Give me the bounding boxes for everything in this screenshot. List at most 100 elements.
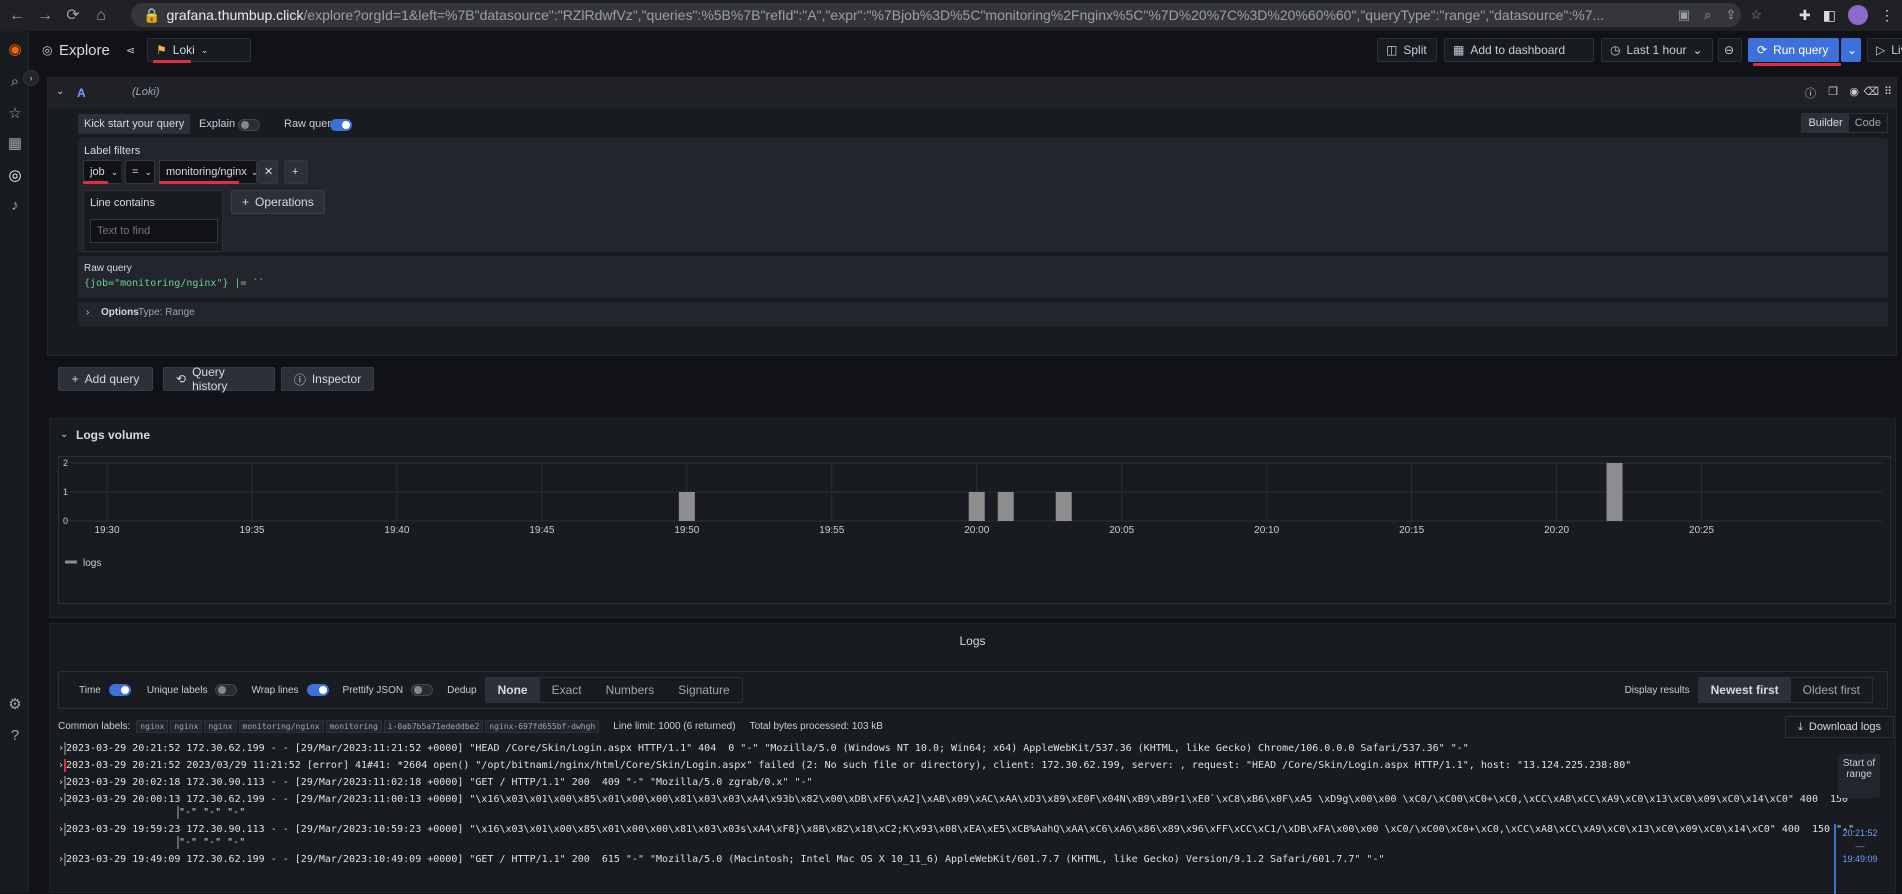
reload-icon[interactable]: ⟳ bbox=[62, 5, 84, 27]
expand-row-chevron-icon[interactable]: › bbox=[58, 759, 64, 772]
explain-toggle[interactable] bbox=[238, 119, 260, 131]
y-tick-label: 2 bbox=[63, 458, 68, 468]
dedup-numbers[interactable]: Numbers bbox=[594, 678, 667, 702]
back-icon[interactable]: ← bbox=[6, 5, 28, 27]
play-icon: ▷ bbox=[1876, 43, 1886, 57]
display-results-label: Display results bbox=[1624, 684, 1690, 696]
expand-menu-icon[interactable]: › bbox=[23, 70, 39, 86]
add-to-dashboard-button[interactable]: ▦ Add to dashboard bbox=[1444, 38, 1594, 62]
address-bar[interactable]: 🔒 grafana.thumbup.click/explore?orgId=1&… bbox=[131, 3, 1741, 27]
code-mode-button[interactable]: Code bbox=[1849, 114, 1887, 132]
download-icon: ⤓ bbox=[1798, 720, 1803, 733]
annotation-underline bbox=[159, 181, 239, 184]
query-builder: Label filters job ⌄ = ⌄ monitoring/nginx ⌄ … bbox=[78, 138, 1888, 252]
datasource-picker[interactable]: ⚑ Loki ⌄ bbox=[147, 38, 251, 62]
query-ref-id[interactable]: A bbox=[77, 86, 86, 100]
sidebar-panel-icon[interactable]: ◧ bbox=[1823, 7, 1836, 24]
home-icon[interactable]: ⌂ bbox=[90, 5, 112, 27]
time-toggle[interactable] bbox=[108, 684, 131, 696]
volume-bar bbox=[968, 492, 985, 521]
hide-query-eye-icon[interactable]: ◉ bbox=[1849, 85, 1859, 98]
operator-select-value: = bbox=[132, 166, 139, 178]
collapse-chevron-icon[interactable]: ⌄ bbox=[56, 86, 64, 97]
expand-row-chevron-icon[interactable]: › bbox=[58, 793, 64, 806]
drag-handle-icon[interactable]: ⠿ bbox=[1884, 85, 1892, 98]
grafana-logo-icon[interactable]: ◉ bbox=[6, 41, 24, 59]
start-of-range-button[interactable]: Start of range bbox=[1838, 754, 1880, 798]
options-row[interactable]: › Options Type: Range bbox=[78, 302, 1888, 326]
chevron-down-icon: ⌄ bbox=[110, 167, 119, 177]
log-row[interactable]: 2023-03-29 20:21:52 172.30.62.199 - - [2… bbox=[58, 742, 1469, 755]
dedup-signature[interactable]: Signature bbox=[666, 678, 741, 702]
operations-button[interactable]: + Operations bbox=[231, 190, 325, 214]
chevron-down-icon: ⌄ bbox=[144, 167, 152, 177]
prettify-json-toggle[interactable] bbox=[411, 684, 434, 696]
x-tick-label: 19:35 bbox=[239, 525, 264, 536]
expand-row-chevron-icon[interactable]: › bbox=[58, 853, 64, 866]
zoom-out-button[interactable]: ⊖ bbox=[1718, 38, 1742, 62]
raw-query-toggle[interactable] bbox=[330, 119, 352, 131]
dashboards-icon[interactable]: ▦ bbox=[6, 135, 24, 153]
range-navigator[interactable]: 20:21:52 — 19:49:09 bbox=[1834, 824, 1884, 894]
annotation-underline bbox=[153, 60, 191, 63]
explore-icon[interactable]: ◎ bbox=[6, 167, 24, 185]
add-filter-button[interactable]: + bbox=[284, 160, 308, 184]
duplicate-query-icon[interactable]: ❐ bbox=[1828, 85, 1838, 98]
browser-menu-icon[interactable]: ⋮ bbox=[1880, 7, 1894, 24]
starred-icon[interactable]: ☆ bbox=[6, 105, 24, 123]
expand-row-chevron-icon[interactable]: › bbox=[58, 776, 64, 789]
bookmark-star-icon[interactable]: ☆ bbox=[1750, 7, 1762, 23]
avatar[interactable] bbox=[1848, 5, 1868, 25]
run-query-button[interactable]: ⟳ Run query bbox=[1748, 38, 1839, 62]
kick-start-button[interactable]: Kick start your query bbox=[78, 114, 191, 134]
extensions-icon[interactable]: ✚ bbox=[1799, 7, 1811, 24]
live-label: Live bbox=[1891, 43, 1902, 57]
wrap-lines-toggle[interactable] bbox=[306, 684, 329, 696]
share-icon[interactable]: ⇪ bbox=[1725, 7, 1736, 23]
add-query-button[interactable]: + Add query bbox=[58, 367, 153, 391]
query-history-button[interactable]: ⟲ Query history bbox=[163, 365, 275, 393]
log-row[interactable]: 2023-03-29 19:59:23 172.30.90.113 - - [2… bbox=[58, 823, 1854, 836]
log-row[interactable]: 2023-03-29 20:21:52 2023/03/29 11:21:52 … bbox=[58, 759, 1631, 772]
share-link-icon[interactable]: ⋖ bbox=[126, 44, 135, 57]
loki-icon: ⚑ bbox=[156, 43, 167, 57]
inspector-button[interactable]: ⓘ Inspector bbox=[281, 367, 374, 391]
operator-select[interactable]: = ⌄ bbox=[125, 160, 155, 184]
time-range-picker[interactable]: ◷ Last 1 hour ⌄ bbox=[1601, 38, 1713, 62]
log-row[interactable]: 2023-03-29 19:49:09 172.30.62.199 - - [2… bbox=[58, 853, 1385, 866]
log-row[interactable]: 2023-03-29 20:02:18 172.30.90.113 - - [2… bbox=[58, 776, 813, 789]
search-icon[interactable]: ⌕ bbox=[6, 73, 24, 91]
expand-row-chevron-icon[interactable]: › bbox=[58, 742, 64, 755]
log-lines: 2023-03-29 20:21:52 172.30.62.199 - - [2… bbox=[54, 742, 1854, 892]
live-button[interactable]: ▷ Live bbox=[1867, 38, 1902, 62]
dedup-exact[interactable]: Exact bbox=[540, 678, 594, 702]
x-tick-label: 19:30 bbox=[94, 525, 119, 536]
builder-mode-button[interactable]: Builder bbox=[1802, 114, 1849, 132]
help-icon[interactable]: ? bbox=[6, 727, 24, 745]
chevron-down-icon[interactable]: ⌄ bbox=[60, 429, 68, 440]
remove-query-trash-icon[interactable]: ⌫ bbox=[1863, 85, 1879, 98]
text-to-find-input[interactable] bbox=[90, 219, 218, 243]
expand-row-chevron-icon[interactable]: › bbox=[58, 823, 64, 836]
forward-icon[interactable]: → bbox=[34, 5, 56, 27]
common-label-chip: i-0ab7b5a71ededdbe2 bbox=[383, 720, 484, 733]
alerting-icon[interactable]: ♪ bbox=[6, 197, 24, 215]
run-query-interval-dropdown[interactable]: ⌄ bbox=[1841, 38, 1861, 62]
remove-filter-button[interactable]: ✕ bbox=[258, 160, 278, 184]
zoom-icon[interactable]: ⌕ bbox=[1704, 7, 1711, 23]
translate-icon[interactable]: ▣ bbox=[1678, 7, 1690, 23]
settings-gear-icon[interactable]: ⚙ bbox=[6, 696, 24, 714]
query-row-header: ⌄ A (Loki) ⓘ ❐ ◉ ⌫ ⠿ bbox=[48, 78, 1896, 108]
oldest-first-option[interactable]: Oldest first bbox=[1791, 678, 1872, 702]
x-tick-label: 20:25 bbox=[1689, 525, 1714, 536]
unique-labels-toggle[interactable] bbox=[215, 684, 238, 696]
wrap-lines-label: Wrap lines bbox=[251, 684, 299, 696]
log-row[interactable]: 2023-03-29 20:00:13 172.30.62.199 - - [2… bbox=[58, 793, 1848, 806]
dedup-none[interactable]: None bbox=[485, 678, 540, 702]
help-icon[interactable]: ⓘ bbox=[1805, 85, 1816, 101]
datasource-name: Loki bbox=[172, 43, 195, 57]
newest-first-option[interactable]: Newest first bbox=[1698, 678, 1791, 702]
download-logs-button[interactable]: ⤓ Download logs bbox=[1785, 716, 1895, 738]
common-label-chip: nginx bbox=[170, 720, 203, 733]
split-button[interactable]: ◫ Split bbox=[1377, 38, 1437, 62]
